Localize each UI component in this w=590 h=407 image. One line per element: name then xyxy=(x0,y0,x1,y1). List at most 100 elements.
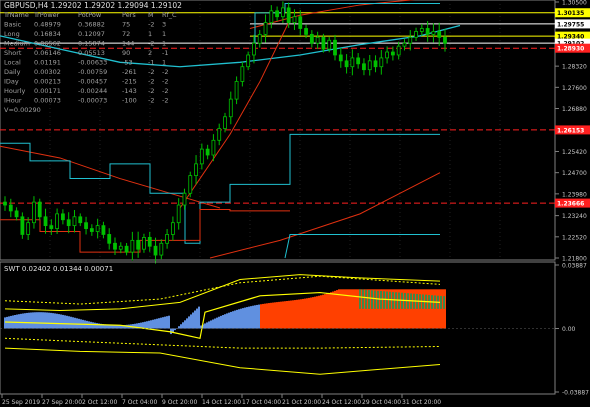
table-cell: 0.15874 xyxy=(78,40,105,48)
table-cell: Basic xyxy=(4,21,22,29)
table-cell: 3 xyxy=(162,21,166,29)
candle-bull xyxy=(199,148,204,165)
price-label: 1.22520 xyxy=(562,234,587,241)
time-label: 17 Oct 04:00 xyxy=(242,399,281,406)
candle-bear xyxy=(49,225,54,229)
table-cell: 90 xyxy=(122,49,130,57)
table-cell: 0.06146 xyxy=(34,49,61,57)
candle-bull xyxy=(367,60,372,71)
candle-bear xyxy=(20,216,25,235)
candle-bear xyxy=(275,10,280,18)
table-cell: Short xyxy=(4,49,22,57)
table-header-cell: Pers xyxy=(122,11,136,19)
candle-bear xyxy=(338,54,343,62)
table-cell: 0.36882 xyxy=(78,21,105,29)
table-cell: 0.00073 xyxy=(34,97,61,105)
candle-bear xyxy=(107,234,112,244)
time-label: 29 Oct 04:00 xyxy=(362,399,401,406)
candle-bull xyxy=(26,222,31,235)
candle-bear xyxy=(124,245,129,253)
time-label: 2 Oct 12:00 xyxy=(82,399,117,406)
time-label: 31 Oct 20:00 xyxy=(402,399,441,406)
candle-bear xyxy=(101,225,106,235)
price-label: 1.23980 xyxy=(562,191,587,198)
table-cell: -2 xyxy=(162,78,168,86)
table-header-cell: PotPow xyxy=(78,11,102,19)
price-label: 1.27600 xyxy=(562,85,587,92)
table-header-cell: Rf_C xyxy=(162,11,177,19)
time-label: 7 Oct 04:00 xyxy=(122,399,157,406)
table-cell: 0.06562 xyxy=(34,40,61,48)
candle-bull xyxy=(228,98,233,118)
table-cell: Daily xyxy=(4,68,21,76)
price-label: 1.28320 xyxy=(562,64,587,71)
table-cell: 72 xyxy=(122,30,130,38)
time-label: 27 Sep 20:00 xyxy=(42,399,82,406)
table-cell: -0.00457 xyxy=(78,78,107,86)
candle-bear xyxy=(356,57,361,65)
candle-bull xyxy=(431,31,436,35)
candle-bull xyxy=(176,204,181,224)
candle-bear xyxy=(43,216,48,227)
candle-bull xyxy=(379,57,384,68)
table-cell: Long xyxy=(4,30,20,38)
table-cell: -0.00759 xyxy=(78,68,107,76)
table-cell: -1 xyxy=(148,59,154,67)
table-cell: -53 xyxy=(122,59,133,67)
candle-bull xyxy=(408,36,413,44)
price-tag-label: 1.26153 xyxy=(557,127,584,134)
price-label: 1.24700 xyxy=(562,170,587,177)
candle-bear xyxy=(425,28,430,35)
candle-bear xyxy=(37,201,42,218)
table-cell: 0.00213 xyxy=(34,78,61,86)
candle-bear xyxy=(147,237,152,247)
table-cell: -2 xyxy=(162,87,168,95)
candle-bull xyxy=(118,245,123,250)
candle-bull xyxy=(257,33,262,44)
candle-bear xyxy=(443,36,447,44)
price-label: 1.25420 xyxy=(562,149,587,156)
table-cell: IDay xyxy=(4,78,19,86)
candle-bear xyxy=(304,28,308,35)
candle-bull xyxy=(223,116,227,129)
candle-bear xyxy=(84,222,88,229)
candle-bull xyxy=(211,139,216,156)
candle-bear xyxy=(136,239,141,250)
candle-bull xyxy=(419,28,424,32)
symbol-header: GBPUSD,H4 1.29202 1.29202 1.29094 1.2910… xyxy=(4,1,182,10)
table-cell: Local xyxy=(4,59,21,67)
candle-bear xyxy=(373,60,378,68)
table-cell: -0.00244 xyxy=(78,87,107,95)
time-label: 21 Oct 20:00 xyxy=(282,399,321,406)
table-cell: -2 xyxy=(148,40,154,48)
indicator-axis-label: 0.00 xyxy=(562,326,576,333)
table-cell: 0.12097 xyxy=(78,30,105,38)
price-label: 1.26880 xyxy=(562,106,587,113)
table-cell: -2 xyxy=(148,78,154,86)
candle-bull xyxy=(72,216,77,227)
table-cell: -100 xyxy=(122,97,137,105)
candle-bull xyxy=(217,128,222,141)
price-tag-label: 1.28930 xyxy=(557,46,584,53)
candle-bear xyxy=(321,36,326,50)
table-cell: -2 xyxy=(148,21,154,29)
candle-bull xyxy=(194,163,198,177)
chart-window[interactable]: GBPUSD,H4 1.29202 1.29202 1.29094 1.2910… xyxy=(0,0,590,407)
candle-bear xyxy=(362,63,366,71)
candle-bear xyxy=(344,60,349,68)
candle-bear xyxy=(390,51,395,56)
price-tag-label: 1.29755 xyxy=(557,21,584,28)
candle-bull xyxy=(165,234,170,244)
table-cell: 0.48979 xyxy=(34,21,61,29)
table-cell: 75 xyxy=(122,21,130,29)
candle-bull xyxy=(240,66,245,82)
table-cell: -2 xyxy=(148,68,154,76)
time-label: 25 Sep 2019 xyxy=(2,399,40,406)
candle-bear xyxy=(153,245,158,256)
candle-bull xyxy=(263,22,268,35)
table-cell: 1 xyxy=(162,30,166,38)
table-cell: 0.01191 xyxy=(34,59,61,67)
table-cell: 1 xyxy=(162,59,166,67)
candle-bull xyxy=(292,16,297,23)
table-cell: 2 xyxy=(148,49,152,57)
